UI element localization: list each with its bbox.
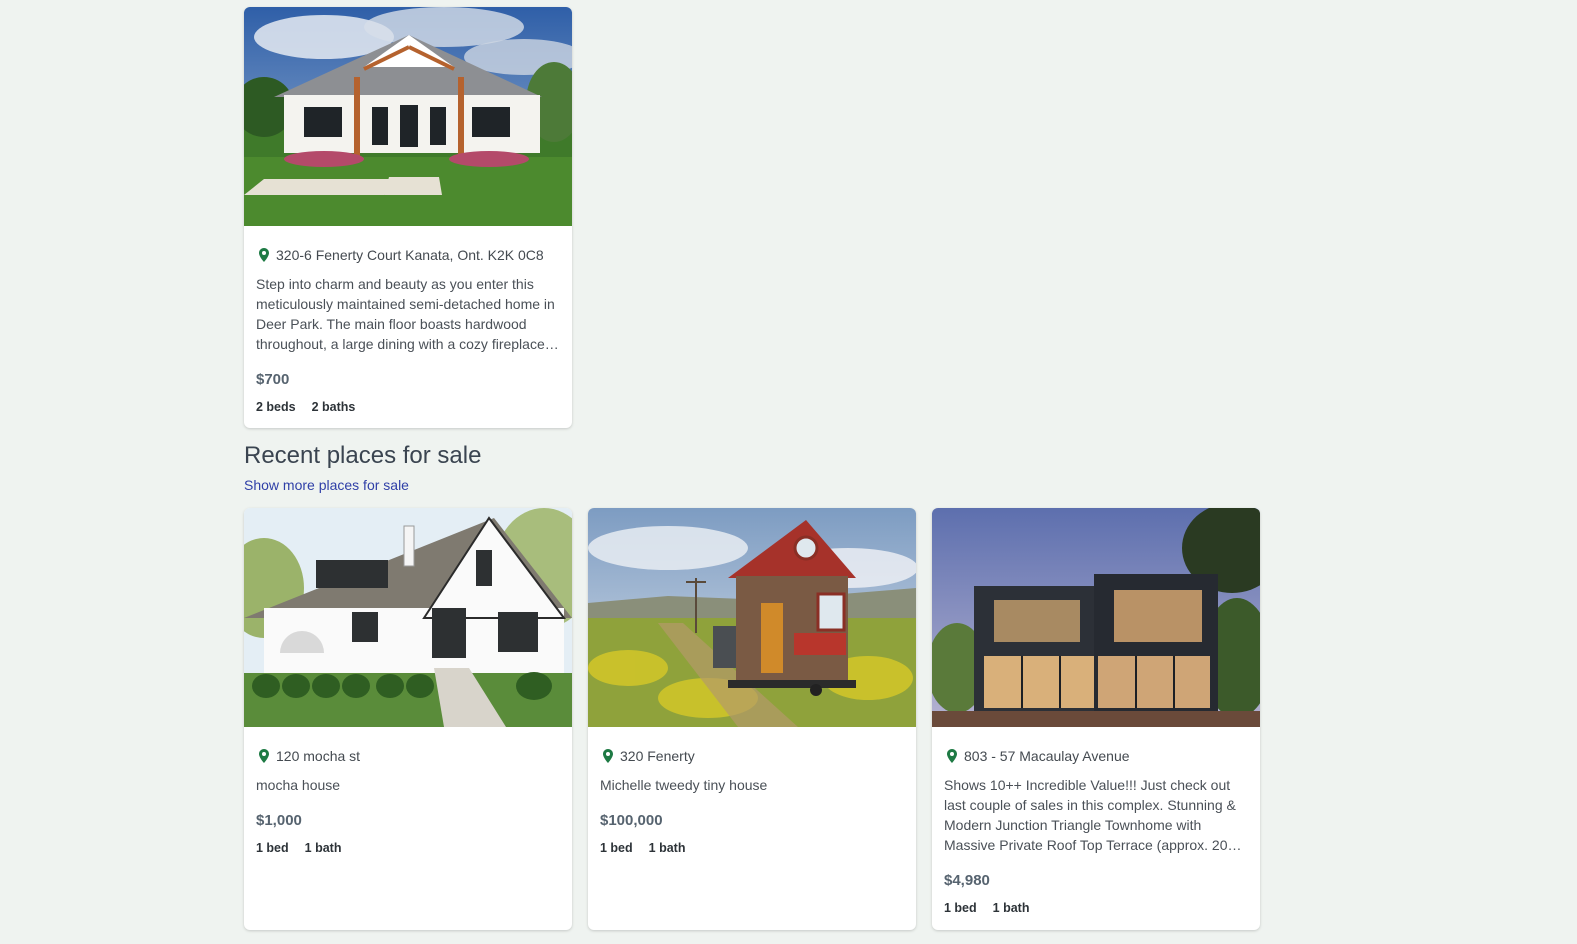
listing-card-featured[interactable]: 320-6 Fenerty Court Kanata, Ont. K2K 0C8… — [244, 7, 572, 428]
listing-description: Shows 10++ Incredible Value!!! Just chec… — [944, 777, 1236, 853]
listing-photo[interactable] — [244, 7, 572, 226]
show-more-link[interactable]: Show more places for sale — [244, 477, 409, 493]
listing-description: mocha house — [256, 777, 341, 793]
listing-card-sale-3[interactable]: 803 - 57 Macaulay Avenue Shows 10++ Incr… — [932, 508, 1260, 930]
listing-card-sale-2[interactable]: 320 Fenerty Michelle tweedy tiny house $… — [588, 508, 916, 930]
map-pin-icon — [947, 749, 957, 763]
map-pin-icon — [259, 749, 269, 763]
listing-specs: 1 bed 1 bath — [256, 841, 560, 855]
listing-baths: 1 bath — [648, 841, 686, 855]
page: 320-6 Fenerty Court Kanata, Ont. K2K 0C8… — [0, 0, 1577, 944]
listing-photo[interactable] — [244, 508, 572, 727]
listing-price: $700 — [256, 371, 290, 388]
listing-baths: 2 baths — [311, 400, 356, 414]
listing-beds: 1 bed — [600, 841, 633, 855]
listing-beds: 1 bed — [944, 901, 977, 915]
listing-address-text: 120 mocha st — [276, 748, 361, 764]
listing-address: 320 Fenerty — [600, 748, 904, 764]
listing-beds: 1 bed — [256, 841, 289, 855]
listing-address-text: 803 - 57 Macaulay Avenue — [964, 748, 1130, 764]
listing-description: Step into charm and beauty as you enter … — [256, 276, 555, 352]
listing-address-text: 320 Fenerty — [620, 748, 695, 764]
section-title: Recent places for sale — [244, 442, 482, 469]
listing-baths: 1 bath — [992, 901, 1030, 915]
listing-specs: 1 bed 1 bath — [944, 901, 1248, 915]
map-pin-icon — [603, 749, 613, 763]
listing-photo[interactable] — [588, 508, 916, 727]
listing-card-sale-1[interactable]: 120 mocha st mocha house $1,000 1 bed 1 … — [244, 508, 572, 930]
listing-description: Michelle tweedy tiny house — [600, 777, 768, 793]
listing-address: 320-6 Fenerty Court Kanata, Ont. K2K 0C8 — [256, 247, 560, 263]
listing-address: 120 mocha st — [256, 748, 560, 764]
listing-price: $100,000 — [600, 812, 663, 829]
listing-baths: 1 bath — [304, 841, 342, 855]
listing-price: $1,000 — [256, 812, 302, 829]
listing-address: 803 - 57 Macaulay Avenue — [944, 748, 1248, 764]
listing-specs: 1 bed 1 bath — [600, 841, 904, 855]
listing-beds: 2 beds — [256, 400, 296, 414]
listing-photo[interactable] — [932, 508, 1260, 727]
listing-specs: 2 beds 2 baths — [256, 400, 560, 414]
listing-price: $4,980 — [944, 872, 990, 889]
map-pin-icon — [259, 248, 269, 262]
listing-address-text: 320-6 Fenerty Court Kanata, Ont. K2K 0C8 — [276, 247, 544, 263]
